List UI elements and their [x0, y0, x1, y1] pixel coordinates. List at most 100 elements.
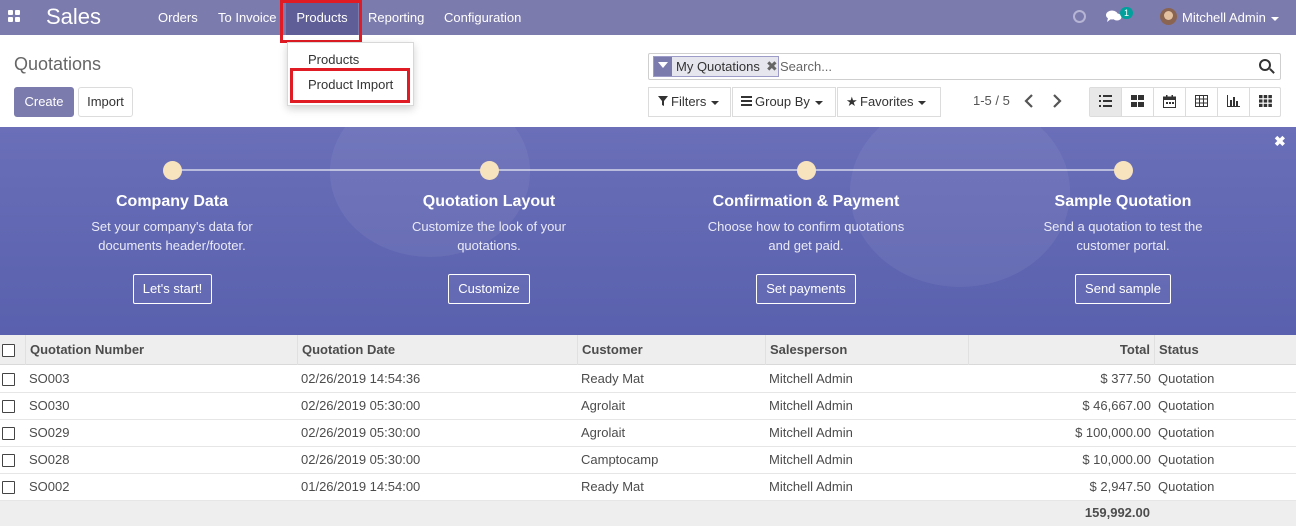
step-dot: [1114, 161, 1133, 180]
user-menu[interactable]: Mitchell Admin: [1182, 0, 1279, 35]
group-by-button[interactable]: Group By: [732, 87, 836, 117]
step-title: Confirmation & Payment: [712, 193, 900, 210]
step-dot: [163, 161, 182, 180]
user-name: Mitchell Admin: [1182, 10, 1266, 25]
list-bars-icon: [741, 88, 752, 116]
step-description-line: Customize the look of your: [412, 219, 566, 234]
customize-button[interactable]: Customize: [448, 274, 530, 304]
step-dot: [797, 161, 816, 180]
create-button[interactable]: Create: [14, 87, 74, 117]
step-description: Set your company's data for documents he…: [22, 217, 322, 255]
step-description-line: Send a quotation to test the: [1043, 219, 1203, 234]
notification-badge: 1: [1120, 7, 1134, 19]
step-title: Company Data: [115, 193, 229, 210]
step-description: Customize the look of your quotations.: [339, 217, 639, 255]
filters-button[interactable]: Filters: [648, 87, 731, 117]
row-checkbox[interactable]: [2, 400, 15, 413]
step-dot: [480, 161, 499, 180]
cell-salesperson: Mitchell Admin: [769, 398, 853, 413]
cell-date: 02/26/2019 14:54:36: [301, 371, 421, 386]
table-row[interactable]: SO028 02/26/2019 05:30:00 Camptocamp Mit…: [0, 447, 1296, 474]
cell-status: Quotation: [1158, 425, 1215, 440]
page-title: Quotations: [14, 54, 102, 74]
step-description-line: and get paid.: [768, 238, 844, 253]
cell-total: $ 46,667.00: [1082, 398, 1151, 413]
send-sample-button[interactable]: Send sample: [1075, 274, 1171, 304]
step-title: Sample Quotation: [1054, 193, 1192, 210]
menu-orders[interactable]: Orders: [158, 0, 198, 35]
favorites-label: Favorites: [860, 94, 914, 109]
kanban-view-button[interactable]: [1122, 88, 1154, 116]
cell-salesperson: Mitchell Admin: [769, 452, 853, 467]
list-view-button[interactable]: [1090, 88, 1122, 116]
activity-clock-icon[interactable]: [1073, 10, 1086, 23]
grid-view-button[interactable]: [1250, 88, 1282, 116]
table-footer: 159,992.00: [0, 501, 1296, 526]
step-confirmation-payment: Confirmation & Payment Choose how to con…: [656, 193, 956, 255]
column-quotation-number[interactable]: Quotation Number: [25, 335, 297, 365]
search-icon[interactable]: [1259, 59, 1271, 71]
cell-status: Quotation: [1158, 452, 1215, 467]
table-row[interactable]: SO002 01/26/2019 14:54:00 Ready Mat Mitc…: [0, 474, 1296, 501]
import-button[interactable]: Import: [78, 87, 133, 117]
favorites-button[interactable]: ★ Favorites: [837, 87, 941, 117]
step-title: Quotation Layout: [422, 193, 556, 210]
search-input[interactable]: [780, 55, 1250, 77]
remove-facet-icon[interactable]: ✖: [766, 58, 778, 75]
pager-value[interactable]: 1-5 / 5: [973, 93, 1010, 108]
lets-start-button[interactable]: Let's start!: [133, 274, 212, 304]
select-all-checkbox[interactable]: [2, 344, 15, 357]
grid-view-icon: [1259, 95, 1272, 107]
table-row[interactable]: SO003 02/26/2019 14:54:36 Ready Mat Mitc…: [0, 366, 1296, 393]
app-brand[interactable]: Sales: [46, 4, 101, 30]
column-quotation-date[interactable]: Quotation Date: [297, 335, 577, 365]
cell-salesperson: Mitchell Admin: [769, 371, 853, 386]
step-description-line: quotations.: [457, 238, 521, 253]
column-status[interactable]: Status: [1154, 335, 1296, 365]
group-by-label: Group By: [755, 94, 810, 109]
chevron-down-icon: [1270, 16, 1279, 21]
cell-date: 02/26/2019 05:30:00: [301, 398, 421, 413]
graph-view-button[interactable]: [1218, 88, 1250, 116]
menu-reporting[interactable]: Reporting: [368, 0, 424, 35]
filter-funnel-icon: [654, 57, 672, 76]
search-facet: My Quotations ✖: [653, 56, 779, 77]
menu-to-invoice[interactable]: To Invoice: [218, 0, 277, 35]
pager-previous-icon[interactable]: [1024, 94, 1034, 112]
table-row[interactable]: SO029 02/26/2019 05:30:00 Agrolait Mitch…: [0, 420, 1296, 447]
kanban-view-icon: [1131, 95, 1144, 107]
close-icon[interactable]: ✖: [1274, 133, 1286, 150]
filters-label: Filters: [671, 94, 707, 109]
row-checkbox[interactable]: [2, 481, 15, 494]
column-customer[interactable]: Customer: [577, 335, 765, 365]
set-payments-button[interactable]: Set payments: [756, 274, 856, 304]
user-avatar[interactable]: [1160, 8, 1177, 25]
column-total[interactable]: Total: [968, 335, 1154, 365]
cell-number: SO028: [29, 452, 70, 467]
column-salesperson[interactable]: Salesperson: [765, 335, 968, 365]
chevron-down-icon: [918, 100, 927, 105]
cell-date: 02/26/2019 05:30:00: [301, 452, 421, 467]
row-checkbox[interactable]: [2, 373, 15, 386]
step-description-line: Choose how to confirm quotations: [707, 219, 905, 234]
cell-total: $ 100,000.00: [1075, 425, 1151, 440]
table-row[interactable]: SO030 02/26/2019 05:30:00 Agrolait Mitch…: [0, 393, 1296, 420]
step-description: Choose how to confirm quotations and get…: [656, 217, 956, 255]
calendar-view-button[interactable]: [1154, 88, 1186, 116]
apps-menu-icon[interactable]: [8, 10, 22, 24]
pivot-table-icon: [1195, 95, 1208, 107]
search-facet-label: My Quotations: [676, 59, 760, 74]
menu-configuration[interactable]: Configuration: [444, 0, 521, 35]
pager-next-icon[interactable]: [1052, 94, 1062, 112]
cell-date: 02/26/2019 05:30:00: [301, 425, 421, 440]
cell-status: Quotation: [1158, 479, 1215, 494]
cell-number: SO029: [29, 425, 70, 440]
cell-total: $ 377.50: [1100, 371, 1151, 386]
row-checkbox[interactable]: [2, 427, 15, 440]
pivot-view-button[interactable]: [1186, 88, 1218, 116]
cell-customer: Camptocamp: [581, 452, 659, 467]
row-checkbox[interactable]: [2, 454, 15, 467]
cell-date: 01/26/2019 14:54:00: [301, 479, 421, 494]
highlight-products-menu: [280, 0, 362, 43]
dropdown-item-products[interactable]: Products: [308, 52, 359, 67]
